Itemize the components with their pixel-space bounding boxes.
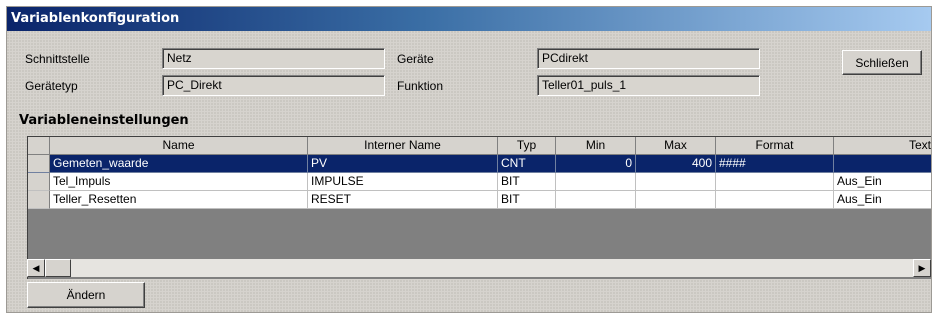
arrow-left-icon[interactable]: ◀	[27, 259, 45, 277]
variables-grid: Name Interner Name Typ Min Max Format Te…	[27, 136, 931, 279]
title-bar[interactable]: Variablenkonfiguration	[7, 7, 931, 31]
cell-internal-name[interactable]: IMPULSE	[308, 173, 498, 191]
cell-text[interactable]	[834, 155, 931, 173]
cell-max[interactable]	[636, 173, 716, 191]
cell-min[interactable]: 0	[556, 155, 636, 173]
funktion-field[interactable]: Teller01_puls_1	[537, 75, 760, 96]
close-button[interactable]: Schließen	[842, 50, 922, 75]
window-title: Variablenkonfiguration	[11, 11, 180, 26]
arrow-right-icon[interactable]: ▶	[913, 259, 931, 277]
cell-internal-name[interactable]: RESET	[308, 191, 498, 209]
grid-header: Name Interner Name Typ Min Max Format Te…	[28, 137, 931, 155]
cell-type[interactable]: BIT	[498, 191, 556, 209]
funktion-label: Funktion	[397, 79, 444, 93]
change-button[interactable]: Ändern	[27, 282, 145, 308]
row-selector[interactable]	[28, 155, 50, 173]
cell-text[interactable]: Aus_Ein	[834, 191, 931, 209]
cell-internal-name[interactable]: PV	[308, 155, 498, 173]
column-header-name[interactable]: Name	[50, 137, 308, 155]
header-selector	[28, 137, 50, 155]
scrollbar-thumb[interactable]	[45, 259, 71, 277]
column-header-internal-name[interactable]: Interner Name	[308, 137, 498, 155]
cell-text[interactable]: Aus_Ein	[834, 173, 931, 191]
cell-min[interactable]	[556, 191, 636, 209]
schnittstelle-label: Schnittstelle	[25, 52, 90, 66]
cell-max[interactable]: 400	[636, 155, 716, 173]
cell-format[interactable]: ####	[716, 155, 834, 173]
geraetetyp-field[interactable]: PC_Direkt	[162, 75, 385, 96]
table-row[interactable]: Tel_Impuls IMPULSE BIT Aus_Ein	[28, 173, 931, 191]
cell-format[interactable]	[716, 173, 834, 191]
geraete-field[interactable]: PCdirekt	[537, 48, 760, 69]
cell-type[interactable]: BIT	[498, 173, 556, 191]
cell-name[interactable]: Teller_Resetten	[50, 191, 308, 209]
row-selector[interactable]	[28, 191, 50, 209]
geraete-label: Geräte	[397, 52, 434, 66]
column-header-min[interactable]: Min	[556, 137, 636, 155]
row-selector[interactable]	[28, 173, 50, 191]
cell-format[interactable]	[716, 191, 834, 209]
column-header-format[interactable]: Format	[716, 137, 834, 155]
horizontal-scrollbar[interactable]: ◀ ▶	[27, 259, 931, 277]
table-row[interactable]: Teller_Resetten RESET BIT Aus_Ein	[28, 191, 931, 209]
cell-name[interactable]: Gemeten_waarde	[50, 155, 308, 173]
schnittstelle-field[interactable]: Netz	[162, 48, 385, 69]
section-title: Variableneinstellungen	[19, 113, 189, 128]
cell-max[interactable]	[636, 191, 716, 209]
column-header-max[interactable]: Max	[636, 137, 716, 155]
table-row[interactable]: Gemeten_waarde PV CNT 0 400 ####	[28, 155, 931, 173]
cell-name[interactable]: Tel_Impuls	[50, 173, 308, 191]
variable-config-window: Variablenkonfiguration Schnittstelle Net…	[6, 6, 932, 313]
geraetetyp-label: Gerätetyp	[25, 79, 78, 93]
cell-min[interactable]	[556, 173, 636, 191]
column-header-type[interactable]: Typ	[498, 137, 556, 155]
cell-type[interactable]: CNT	[498, 155, 556, 173]
column-header-text[interactable]: Text	[834, 137, 931, 155]
